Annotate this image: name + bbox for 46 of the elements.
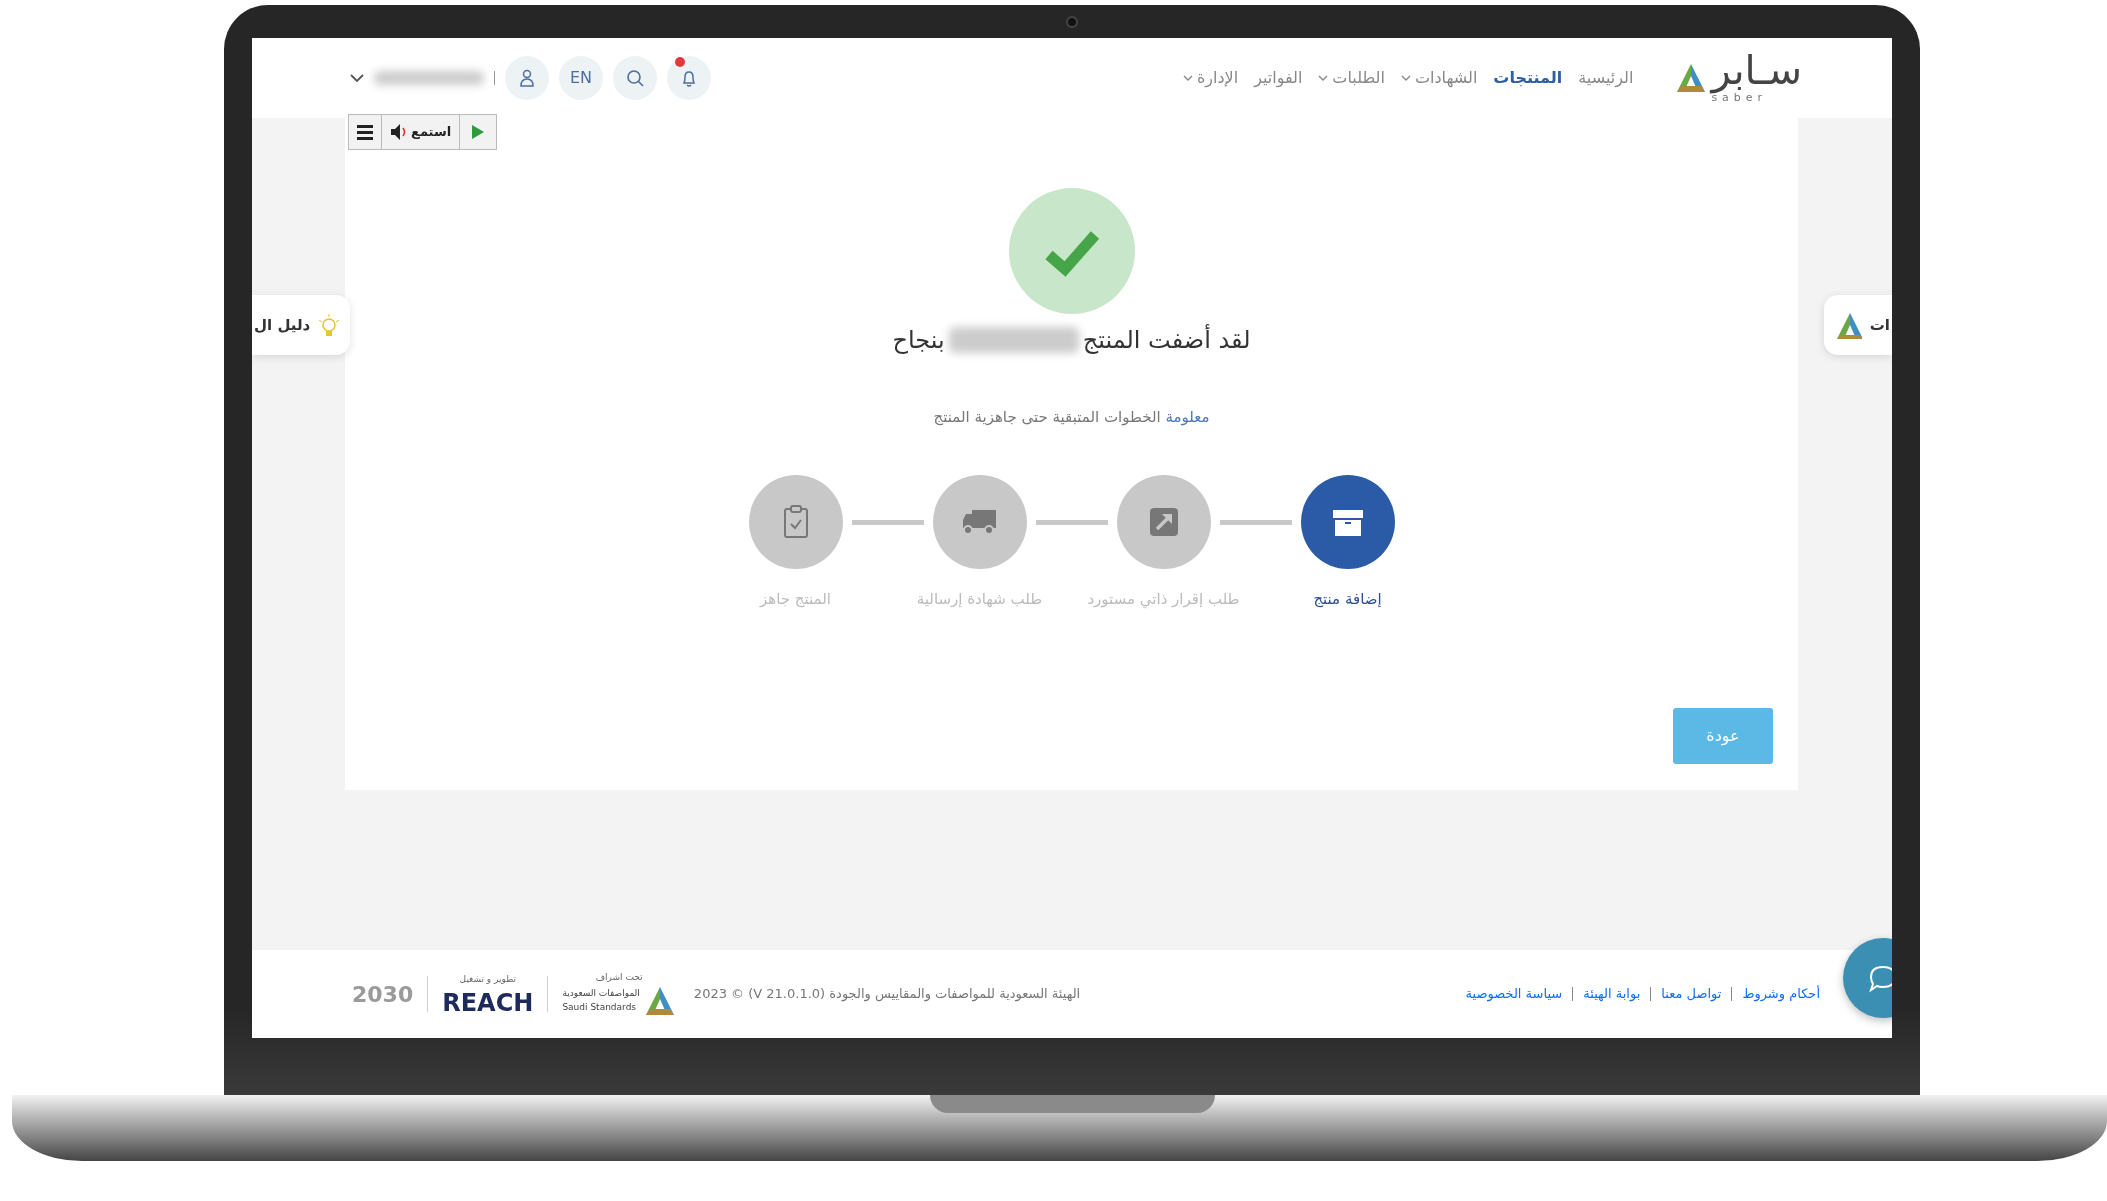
truck-icon [962,508,997,535]
nav-link[interactable]: الرئيسية [1578,66,1634,90]
search-icon [626,69,644,87]
play-icon [472,125,485,139]
success-title: بنجاح [892,325,945,356]
chat-bubble-icon [1867,963,1892,993]
nav-link[interactable]: الشهادات [1400,66,1478,90]
menu-icon [357,124,373,140]
services-tab[interactable]: ات [1823,295,1892,355]
user-button[interactable] [505,56,549,100]
camera-dot [1066,16,1078,28]
step-label: طلب شهادة إرسالية [915,588,1044,610]
external-link-icon [1148,506,1179,537]
footer-link[interactable]: تواصل معنا [1650,986,1732,1002]
operator-label: تطوير و تشغيل [459,973,517,987]
footer-link[interactable]: بوابة الهيئة [1572,986,1651,1002]
nav-link[interactable]: الإدارة [1182,66,1239,90]
supervision-label: تحت اشراف [595,971,643,985]
operator-logo: REACH [442,990,534,1015]
guide-tab[interactable]: دليل ال [252,295,351,355]
nav-link[interactable]: الفواتير [1254,66,1303,90]
footer-link[interactable]: أحكام وشروط [1731,986,1820,1002]
organization-name: المواصفات السعودية [562,987,640,1001]
steps-info-text: معلومة الخطوات المتبقية حتى جاهزية المنتج [933,407,1210,428]
organization-name: Saudi Standards [562,1000,638,1014]
search-button[interactable] [613,56,657,100]
step-label: طلب إقرار ذاتي مستورد [1086,588,1241,611]
nav-link[interactable]: الطلبات [1318,66,1385,90]
success-title: لقد أضفت المنتج [1082,323,1251,356]
footer-link[interactable]: سياسة الخصوصية [1455,986,1573,1002]
nav-link[interactable]: المنتجات [1493,66,1563,90]
step-label: إضافة منتج [1312,588,1383,610]
speaker-icon [390,123,407,141]
logo-icon [1675,62,1708,94]
notifications-button[interactable] [667,56,711,100]
vision-logo: 2030 [352,980,414,1009]
clipboard-check-icon [782,504,809,539]
language-button[interactable]: EN [559,56,603,100]
listen-button[interactable]: استمع [382,115,461,149]
lightbulb-icon [318,313,341,337]
chevron-icon[interactable] [350,73,364,83]
step-label: المنتج جاهز [758,588,832,610]
info-link[interactable]: معلومة [1165,408,1210,426]
copyright-text: الهيئة السعودية للمواصفات والمقاييس والجودة (V 21.0.1.0) © 2023 [693,985,1081,1004]
bell-icon [680,68,698,88]
user-icon [519,69,535,87]
